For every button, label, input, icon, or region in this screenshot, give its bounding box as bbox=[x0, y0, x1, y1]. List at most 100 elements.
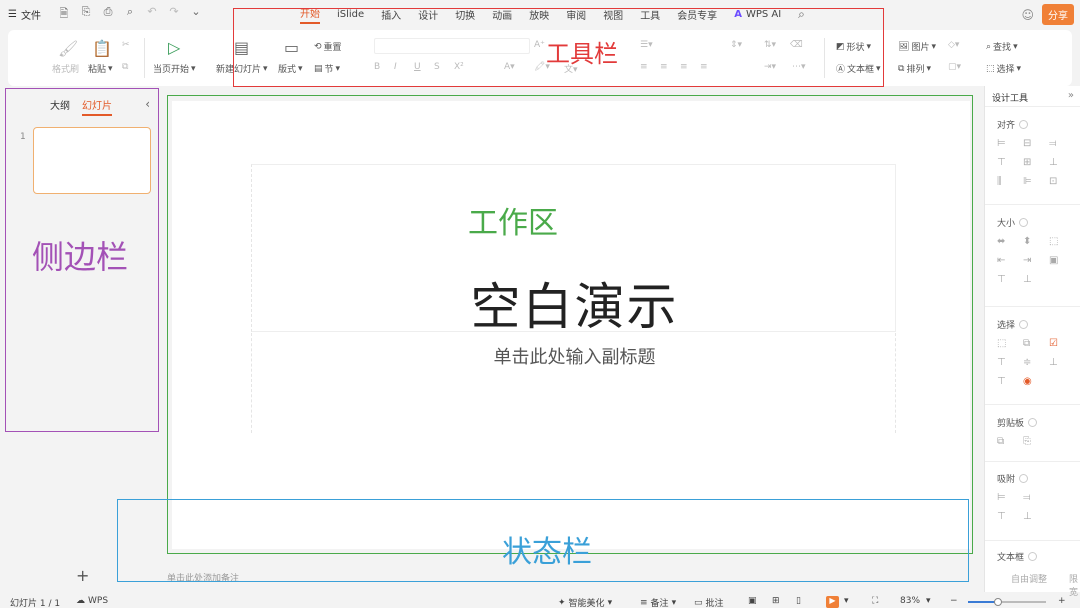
superscript-icon[interactable]: X² bbox=[454, 62, 464, 72]
zoom-slider[interactable] bbox=[968, 598, 1046, 606]
bold-icon[interactable]: B bbox=[374, 62, 380, 72]
help-icon[interactable] bbox=[1019, 218, 1029, 227]
add-slide-icon[interactable]: + bbox=[76, 566, 89, 585]
save-icon[interactable]: 🗎 bbox=[57, 5, 71, 24]
layout-button[interactable]: 版式 ▾ bbox=[278, 62, 303, 76]
tab-design[interactable]: 设计 bbox=[418, 7, 438, 22]
align-bottom-icon[interactable]: ⊥ bbox=[1049, 157, 1075, 168]
select-similar-icon[interactable]: ⧉ bbox=[1023, 338, 1049, 349]
notes-button[interactable]: ≡ 备注 ▾ bbox=[640, 596, 676, 608]
paste-icon[interactable]: ⎘ bbox=[1023, 436, 1049, 447]
tab-review[interactable]: 审阅 bbox=[566, 7, 586, 22]
text-direction-icon[interactable]: ⇅▾ bbox=[764, 40, 776, 50]
align-middle-icon[interactable]: ⊞ bbox=[1023, 157, 1049, 168]
zoom-out-icon[interactable]: − bbox=[950, 596, 958, 606]
slide-canvas[interactable]: 空白演示 单击此处输入副标题 bbox=[172, 101, 970, 549]
tab-animations[interactable]: 动画 bbox=[492, 7, 512, 22]
size-top-icon[interactable]: ⊤ bbox=[997, 274, 1023, 285]
help-icon[interactable] bbox=[1028, 418, 1038, 427]
help-icon[interactable] bbox=[1028, 552, 1038, 561]
select-bottom-icon[interactable]: ⊥ bbox=[1049, 357, 1075, 368]
zoom-level[interactable]: 83% bbox=[900, 596, 920, 606]
select-same-icon[interactable]: ⬚ bbox=[997, 338, 1023, 349]
align-left-icon[interactable]: ≡ bbox=[640, 62, 648, 72]
shape-button[interactable]: ◩ 形状 ▾ bbox=[836, 40, 871, 54]
file-menu[interactable]: ☰ 文件 bbox=[8, 7, 41, 22]
justify-icon[interactable]: ≡ bbox=[700, 62, 708, 72]
collapse-icon[interactable]: » bbox=[1068, 90, 1074, 101]
snap-top-icon[interactable]: ⊤ bbox=[997, 511, 1023, 522]
select-mid-icon[interactable]: ≑ bbox=[1023, 357, 1049, 368]
line-spacing-icon[interactable]: ⇕▾ bbox=[730, 40, 742, 50]
increase-font-icon[interactable]: A⁺ bbox=[534, 40, 545, 50]
slideshow-play-icon[interactable]: ▶ bbox=[826, 596, 839, 608]
arrange-button[interactable]: ⧉ 排列 ▾ bbox=[898, 62, 931, 76]
chevron-left-icon[interactable]: ‹ bbox=[145, 97, 150, 111]
more-icon[interactable]: ⋯▾ bbox=[792, 62, 806, 72]
same-size-icon[interactable]: ⬚ bbox=[1049, 236, 1075, 247]
normal-view-icon[interactable]: ▣ bbox=[748, 596, 757, 606]
layout-icon[interactable]: ▭ bbox=[284, 38, 299, 57]
subtitle-placeholder[interactable]: 单击此处输入副标题 bbox=[251, 333, 896, 433]
select-button[interactable]: ⬚ 选择 ▾ bbox=[986, 62, 1021, 76]
same-height-icon[interactable]: ⬍ bbox=[1023, 236, 1049, 247]
slide-sorter-icon[interactable]: ⊞ bbox=[772, 596, 780, 606]
tab-view[interactable]: 视图 bbox=[603, 7, 623, 22]
reading-view-icon[interactable]: ▯ bbox=[796, 596, 801, 606]
play-icon[interactable]: ▷ bbox=[168, 38, 180, 57]
strikethrough-icon[interactable]: S bbox=[434, 62, 440, 72]
size-bottom-icon[interactable]: ⊥ bbox=[1023, 274, 1049, 285]
snap-bottom-icon[interactable]: ⊥ bbox=[1023, 511, 1049, 522]
format-painter-button[interactable]: 格式刷 bbox=[52, 62, 79, 75]
print-preview-icon[interactable]: ⌕ bbox=[123, 5, 137, 24]
outline-icon[interactable]: ▢▾ bbox=[948, 62, 961, 72]
select-layer-icon[interactable]: ⊤ bbox=[997, 376, 1023, 387]
paste-button[interactable]: 粘贴 ▾ bbox=[88, 62, 113, 76]
zoom-in-icon[interactable]: + bbox=[1058, 596, 1066, 606]
auto-fit-option[interactable]: 自由调整 bbox=[1011, 572, 1047, 585]
title-placeholder[interactable]: 空白演示 bbox=[251, 164, 896, 336]
tab-slides[interactable]: 幻灯片 bbox=[82, 97, 112, 116]
tab-outline[interactable]: 大纲 bbox=[50, 97, 70, 116]
underline-icon[interactable]: U bbox=[414, 62, 421, 72]
help-icon[interactable] bbox=[1019, 120, 1029, 129]
help-icon[interactable] bbox=[1019, 474, 1029, 483]
fit-height-icon[interactable]: ⇥ bbox=[1023, 255, 1049, 266]
copy-icon[interactable]: ⧉ bbox=[997, 436, 1023, 447]
chevron-down-icon[interactable]: ⌄ bbox=[189, 5, 203, 24]
tab-home[interactable]: 开始 bbox=[300, 5, 320, 24]
section-button[interactable]: ▤ 节 ▾ bbox=[314, 62, 340, 76]
format-painter-icon[interactable]: 🖌 bbox=[58, 39, 78, 58]
tab-transitions[interactable]: 切换 bbox=[455, 7, 475, 22]
align-center-icon[interactable]: ⊟ bbox=[1023, 138, 1049, 149]
picture-button[interactable]: 🖼 图片 ▾ bbox=[898, 40, 936, 54]
align-center-icon[interactable]: ≡ bbox=[660, 62, 668, 72]
tab-tools[interactable]: 工具 bbox=[640, 7, 660, 22]
font-color-icon[interactable]: A▾ bbox=[504, 62, 515, 72]
limit-width-option[interactable]: 限宽 bbox=[1069, 572, 1080, 598]
font-name-select[interactable] bbox=[374, 38, 530, 54]
fit-width-icon[interactable]: ⇤ bbox=[997, 255, 1023, 266]
align-canvas-icon[interactable]: ⊡ bbox=[1049, 176, 1075, 187]
clear-format-icon[interactable]: ⌫ bbox=[790, 40, 803, 50]
indent-icon[interactable]: ⇥▾ bbox=[764, 62, 776, 72]
slide-thumbnail[interactable] bbox=[33, 127, 151, 194]
share-button[interactable]: 分享 bbox=[1042, 4, 1074, 25]
distribute-v-icon[interactable]: ⊫ bbox=[1023, 176, 1049, 187]
reset-button[interactable]: ⟲ 重置 bbox=[314, 40, 342, 54]
print-icon[interactable]: ⎙ bbox=[101, 5, 115, 24]
feedback-icon[interactable]: ☺ bbox=[1021, 8, 1034, 22]
tab-member[interactable]: 会员专享 bbox=[677, 7, 717, 22]
chevron-down-icon[interactable]: ▾ bbox=[926, 596, 931, 606]
textbox-button[interactable]: Ⓐ 文本框 ▾ bbox=[836, 62, 881, 76]
distribute-h-icon[interactable]: ⫼ bbox=[997, 176, 1023, 187]
fit-window-icon[interactable]: ⛶ bbox=[872, 596, 878, 606]
paste-icon[interactable]: 📋 bbox=[92, 39, 112, 58]
bullet-list-icon[interactable]: ☰▾ bbox=[640, 40, 653, 50]
wps-account[interactable]: ☁ WPS bbox=[76, 596, 108, 606]
tab-insert[interactable]: 插入 bbox=[381, 7, 401, 22]
eye-icon[interactable]: ◉ bbox=[1023, 376, 1049, 387]
redo-icon[interactable]: ↷ bbox=[167, 5, 181, 24]
find-button[interactable]: ⌕ 查找 ▾ bbox=[986, 40, 1018, 54]
tab-islide[interactable]: iSlide bbox=[337, 9, 364, 20]
